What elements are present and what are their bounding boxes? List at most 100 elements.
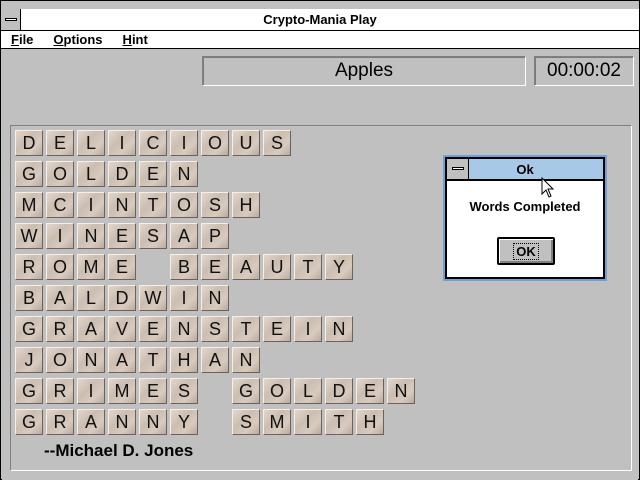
letter-tile[interactable]: I xyxy=(294,409,322,435)
letter-tile[interactable]: E xyxy=(139,316,167,342)
letter-tile[interactable]: W xyxy=(15,223,43,249)
letter-tile[interactable]: B xyxy=(170,254,198,280)
letter-tile[interactable]: R xyxy=(15,254,43,280)
letter-tile[interactable]: E xyxy=(201,254,229,280)
letter-tile[interactable]: S xyxy=(201,316,229,342)
letter-tile[interactable]: D xyxy=(108,285,136,311)
letter-tile[interactable]: T xyxy=(139,347,167,373)
system-menu-button[interactable] xyxy=(1,9,21,30)
letter-tile[interactable]: A xyxy=(232,254,260,280)
letter-tile[interactable]: U xyxy=(263,254,291,280)
letter-tile[interactable]: L xyxy=(294,378,322,404)
system-menu-icon xyxy=(452,167,464,170)
letter-tile[interactable]: G xyxy=(232,378,260,404)
letter-tile[interactable]: I xyxy=(77,192,105,218)
letter-tile[interactable]: O xyxy=(46,254,74,280)
letter-tile[interactable]: N xyxy=(139,409,167,435)
letter-tile[interactable]: I xyxy=(294,316,322,342)
letter-tile[interactable]: M xyxy=(15,192,43,218)
menu-file[interactable]: File xyxy=(11,32,33,47)
letter-tile[interactable]: A xyxy=(77,316,105,342)
letter-tile[interactable]: N xyxy=(77,347,105,373)
letter-tile[interactable]: H xyxy=(170,347,198,373)
letter-tile[interactable]: C xyxy=(46,192,74,218)
letter-tile[interactable]: T xyxy=(139,192,167,218)
letter-tile[interactable]: U xyxy=(232,130,260,156)
letter-tile[interactable]: D xyxy=(325,378,353,404)
letter-tile[interactable]: O xyxy=(46,347,74,373)
letter-tile[interactable]: W xyxy=(139,285,167,311)
letter-tile[interactable]: A xyxy=(77,409,105,435)
letter-tile[interactable]: L xyxy=(77,285,105,311)
letter-tile[interactable]: O xyxy=(46,161,74,187)
letter-tile[interactable]: L xyxy=(77,161,105,187)
letter-tile[interactable]: O xyxy=(170,192,198,218)
letter-tile[interactable]: T xyxy=(325,409,353,435)
letter-tile[interactable]: P xyxy=(201,223,229,249)
letter-tile[interactable]: Y xyxy=(325,254,353,280)
letter-tile[interactable]: S xyxy=(139,223,167,249)
letter-tile[interactable]: J xyxy=(15,347,43,373)
letter-tile[interactable]: A xyxy=(170,223,198,249)
letter-tile[interactable]: E xyxy=(46,130,74,156)
letter-tile[interactable]: N xyxy=(108,409,136,435)
letter-tile[interactable]: S xyxy=(263,130,291,156)
letter-tile[interactable]: E xyxy=(356,378,384,404)
letter-tile[interactable]: A xyxy=(46,285,74,311)
letter-tile[interactable]: E xyxy=(139,161,167,187)
mouse-pointer-icon xyxy=(541,177,555,198)
ok-dialog: Ok Words Completed OK xyxy=(443,155,607,281)
letter-tile[interactable]: O xyxy=(201,130,229,156)
letter-tile[interactable]: H xyxy=(356,409,384,435)
menu-hint[interactable]: Hint xyxy=(123,32,148,47)
ok-button[interactable]: OK xyxy=(497,237,555,265)
letter-tile[interactable]: O xyxy=(263,378,291,404)
letter-tile[interactable]: I xyxy=(108,130,136,156)
letter-tile[interactable]: E xyxy=(139,378,167,404)
letter-tile[interactable]: R xyxy=(46,409,74,435)
letter-tile[interactable]: R xyxy=(46,316,74,342)
timer-display: 00:00:02 xyxy=(534,56,634,86)
letter-tile[interactable]: L xyxy=(77,130,105,156)
letter-tile[interactable]: D xyxy=(108,161,136,187)
letter-tile[interactable]: E xyxy=(263,316,291,342)
letter-tile[interactable]: N xyxy=(170,316,198,342)
letter-tile[interactable]: N xyxy=(201,285,229,311)
title-bar: Crypto-Mania Play xyxy=(1,9,639,31)
letter-tile[interactable]: I xyxy=(77,378,105,404)
letter-tile[interactable]: G xyxy=(15,409,43,435)
letter-tile[interactable]: N xyxy=(232,347,260,373)
menu-options[interactable]: Options xyxy=(53,32,102,47)
letter-tile[interactable]: G xyxy=(15,161,43,187)
letter-tile[interactable]: S xyxy=(201,192,229,218)
letter-tile[interactable]: N xyxy=(108,192,136,218)
letter-tile[interactable]: A xyxy=(201,347,229,373)
letter-tile[interactable]: M xyxy=(108,378,136,404)
letter-tile[interactable]: T xyxy=(232,316,260,342)
letter-tile[interactable]: G xyxy=(15,316,43,342)
letter-tile[interactable]: N xyxy=(170,161,198,187)
dialog-system-menu-button[interactable] xyxy=(447,159,469,179)
letter-tile[interactable]: I xyxy=(170,130,198,156)
letter-tile[interactable]: H xyxy=(232,192,260,218)
letter-tile[interactable]: T xyxy=(294,254,322,280)
letter-tile[interactable]: N xyxy=(325,316,353,342)
letter-tile[interactable]: R xyxy=(46,378,74,404)
letter-tile[interactable]: M xyxy=(77,254,105,280)
letter-tile[interactable]: S xyxy=(232,409,260,435)
letter-tile[interactable]: D xyxy=(15,130,43,156)
letter-tile[interactable]: A xyxy=(108,347,136,373)
letter-tile[interactable]: M xyxy=(263,409,291,435)
letter-tile[interactable]: Y xyxy=(170,409,198,435)
letter-tile[interactable]: V xyxy=(108,316,136,342)
letter-tile[interactable]: G xyxy=(15,378,43,404)
letter-tile[interactable]: I xyxy=(170,285,198,311)
letter-tile[interactable]: I xyxy=(46,223,74,249)
letter-tile[interactable]: N xyxy=(77,223,105,249)
letter-tile[interactable]: B xyxy=(15,285,43,311)
letter-tile[interactable]: N xyxy=(387,378,415,404)
letter-tile[interactable]: E xyxy=(108,223,136,249)
letter-tile[interactable]: C xyxy=(139,130,167,156)
letter-tile[interactable]: S xyxy=(170,378,198,404)
letter-tile[interactable]: E xyxy=(108,254,136,280)
